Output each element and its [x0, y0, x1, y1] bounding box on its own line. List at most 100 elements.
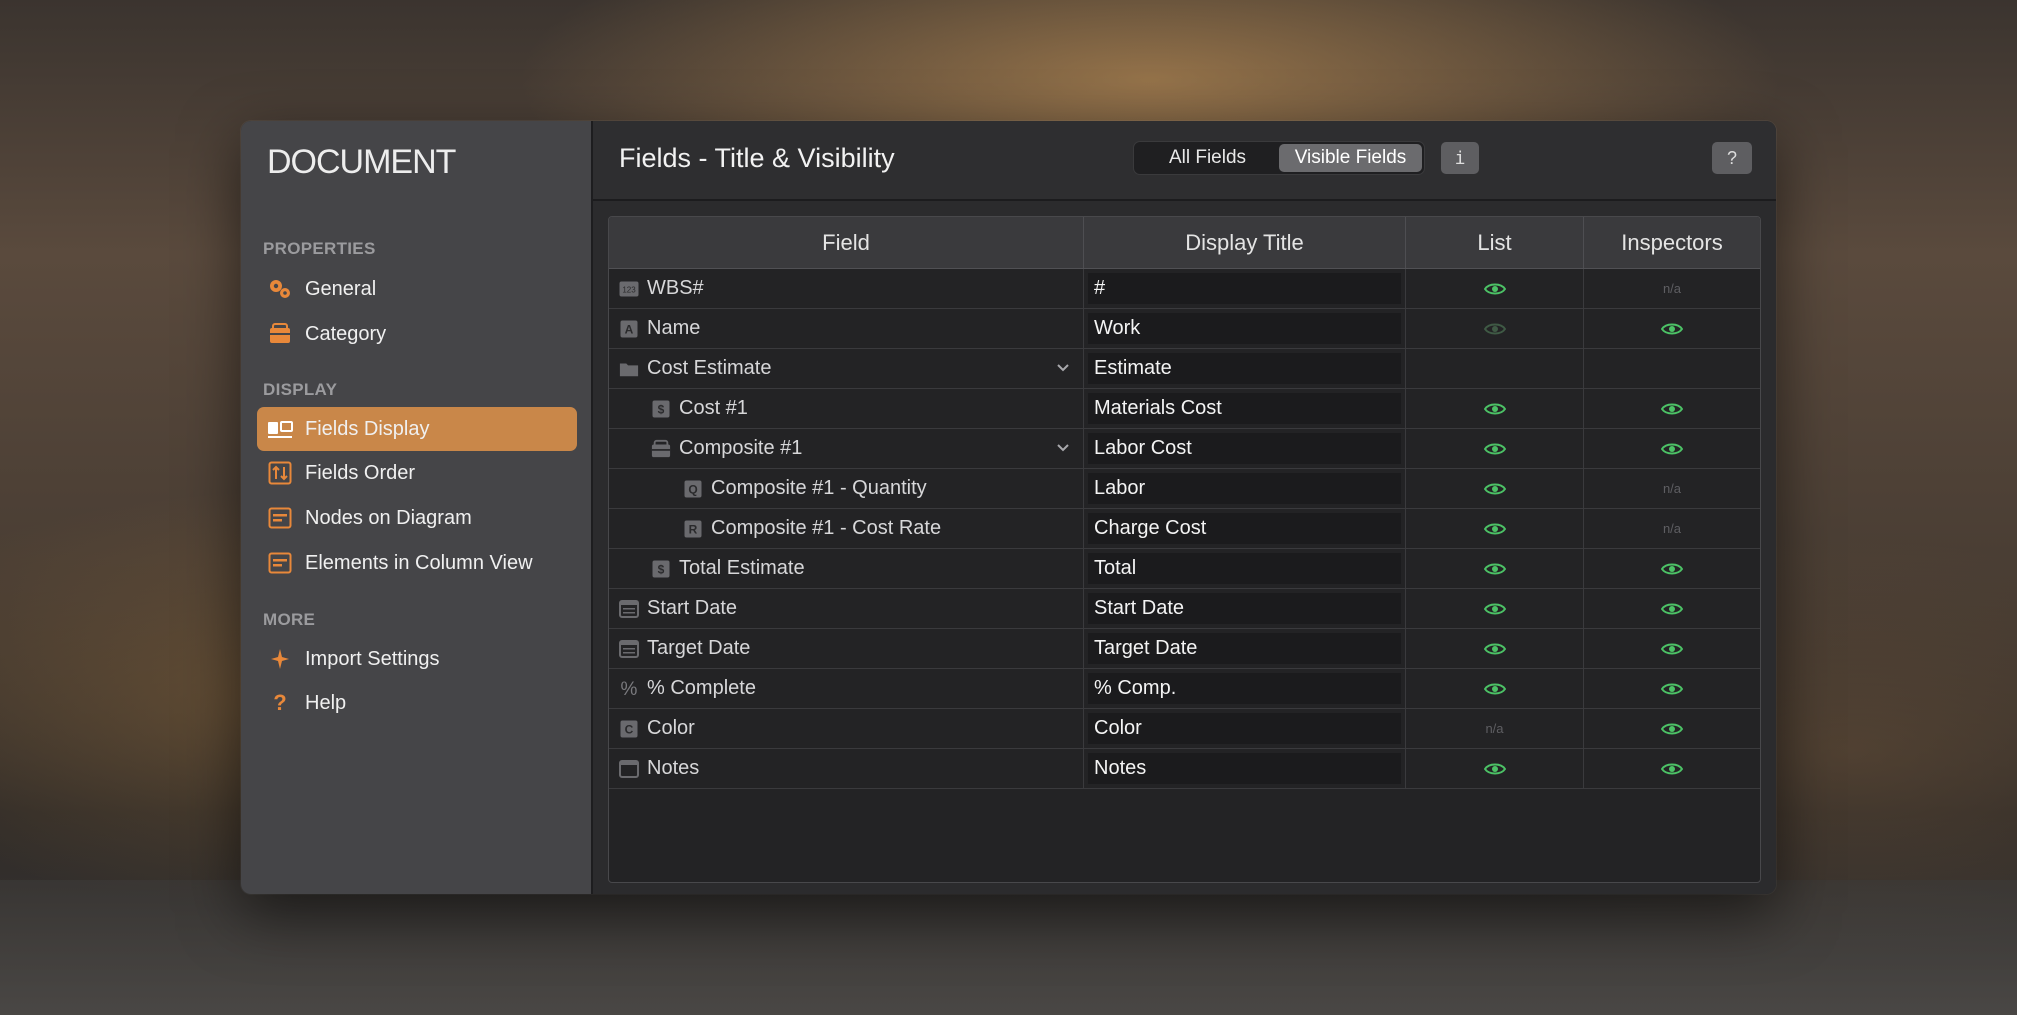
svg-text:123: 123 — [622, 285, 636, 294]
fields-table: Field Display Title List Inspectors 123 W… — [608, 216, 1761, 883]
display-title-input[interactable] — [1088, 633, 1401, 664]
display-title-input[interactable] — [1088, 273, 1401, 304]
eye-icon[interactable] — [1483, 642, 1506, 656]
display-title-input[interactable] — [1088, 593, 1401, 624]
sidebar-item-import-settings[interactable]: Import Settings — [257, 637, 577, 681]
eye-icon[interactable] — [1483, 442, 1506, 456]
eye-icon[interactable] — [1483, 522, 1506, 536]
dollar-icon: $ — [651, 559, 671, 579]
display-title-cell — [1084, 309, 1406, 348]
eye-icon[interactable] — [1661, 402, 1683, 416]
inspectors-visibility-cell: n/a — [1584, 269, 1760, 308]
table-row[interactable]: Notes — [609, 749, 1760, 789]
table-row[interactable]: $ Total Estimate — [609, 549, 1760, 589]
field-name-label: Cost Estimate — [647, 357, 772, 379]
chevron-down-icon[interactable] — [1055, 360, 1071, 381]
sidebar-item-fields-order[interactable]: Fields Order — [257, 451, 577, 495]
list-visibility-cell — [1406, 309, 1584, 348]
eye-icon[interactable] — [1661, 762, 1683, 776]
display-title-input[interactable] — [1088, 753, 1401, 784]
eye-icon[interactable] — [1483, 482, 1506, 496]
display-title-input[interactable] — [1088, 513, 1401, 544]
table-row[interactable]: % % Complete — [609, 669, 1760, 709]
display-title-input[interactable] — [1088, 393, 1401, 424]
inspectors-visibility-cell — [1584, 429, 1760, 468]
inspectors-visibility-cell — [1584, 709, 1760, 748]
svg-text:%: % — [621, 679, 638, 699]
sidebar: DOCUMENT PROPERTIES General Category DIS… — [241, 121, 593, 894]
display-title-cell — [1084, 389, 1406, 428]
display-title-input[interactable] — [1088, 473, 1401, 504]
table-row[interactable]: Target Date — [609, 629, 1760, 669]
field-name-cell: Q Composite #1 - Quantity — [609, 469, 1084, 508]
column-header-inspectors[interactable]: Inspectors — [1584, 217, 1760, 268]
eye-icon[interactable] — [1483, 682, 1506, 696]
table-row[interactable]: Composite #1 — [609, 429, 1760, 469]
sidebar-item-help[interactable]: ? Help — [257, 681, 577, 725]
list-visibility-cell — [1406, 469, 1584, 508]
column-view-icon — [267, 550, 293, 576]
eye-icon[interactable] — [1483, 762, 1506, 776]
display-title-cell — [1084, 509, 1406, 548]
display-title-input[interactable] — [1088, 673, 1401, 704]
table-row[interactable]: C Color n/a — [609, 709, 1760, 749]
number-icon: 123 — [619, 279, 639, 299]
sparkle-icon — [267, 646, 293, 672]
sidebar-item-label: Import Settings — [305, 647, 440, 670]
info-button[interactable]: i — [1441, 142, 1479, 174]
eye-icon[interactable] — [1661, 322, 1683, 336]
table-row[interactable]: Start Date — [609, 589, 1760, 629]
table-row[interactable]: $ Cost #1 — [609, 389, 1760, 429]
field-name-label: Notes — [647, 757, 700, 779]
eye-icon[interactable] — [1661, 442, 1683, 456]
eye-icon[interactable] — [1661, 562, 1683, 576]
segment-all-fields[interactable]: All Fields — [1136, 144, 1279, 172]
notes-icon — [619, 759, 639, 779]
sidebar-item-nodes-on-diagram[interactable]: Nodes on Diagram — [257, 496, 577, 540]
eye-icon[interactable] — [1483, 282, 1506, 296]
table-row[interactable]: Q Composite #1 - Quantity n/a — [609, 469, 1760, 509]
sidebar-item-category[interactable]: Category — [257, 312, 577, 356]
field-name-label: Color — [647, 717, 695, 739]
sidebar-item-label: Fields Display — [305, 417, 430, 440]
eye-icon[interactable] — [1661, 642, 1683, 656]
display-title-input[interactable] — [1088, 433, 1401, 464]
section-label-more: MORE — [263, 610, 316, 629]
display-title-cell — [1084, 549, 1406, 588]
display-title-input[interactable] — [1088, 713, 1401, 744]
eye-icon[interactable] — [1661, 682, 1683, 696]
sidebar-item-elements-in-column-view[interactable]: Elements in Column View — [257, 541, 577, 585]
table-row[interactable]: A Name — [609, 309, 1760, 349]
eye-icon[interactable] — [1661, 722, 1683, 736]
column-header-list[interactable]: List — [1406, 217, 1584, 268]
display-title-input[interactable] — [1088, 313, 1401, 344]
eye-icon[interactable] — [1483, 402, 1506, 416]
list-visibility-cell — [1406, 389, 1584, 428]
dollar-icon: $ — [651, 399, 671, 419]
nodes-diagram-icon — [267, 505, 293, 531]
eye-icon[interactable] — [1661, 602, 1683, 616]
table-row[interactable]: Cost Estimate — [609, 349, 1760, 389]
display-title-input[interactable] — [1088, 553, 1401, 584]
svg-text:$: $ — [658, 402, 665, 416]
display-title-input[interactable] — [1088, 353, 1401, 384]
help-button[interactable]: ? — [1712, 142, 1752, 174]
eye-icon[interactable] — [1483, 562, 1506, 576]
not-applicable-label: n/a — [1662, 521, 1682, 536]
sidebar-item-label: General — [305, 277, 377, 300]
table-row[interactable]: 123 WBS# n/a — [609, 269, 1760, 309]
field-name-cell: Notes — [609, 749, 1084, 788]
eye-icon[interactable] — [1483, 322, 1506, 336]
table-row[interactable]: R Composite #1 - Cost Rate n/a — [609, 509, 1760, 549]
column-header-display-title[interactable]: Display Title — [1084, 217, 1406, 268]
column-header-field[interactable]: Field — [609, 217, 1084, 268]
not-applicable-label: n/a — [1662, 481, 1682, 496]
inspectors-visibility-cell — [1584, 629, 1760, 668]
inspectors-visibility-cell — [1584, 309, 1760, 348]
header: Fields - Title & Visibility All Fields V… — [593, 121, 1776, 201]
sidebar-item-general[interactable]: General — [257, 267, 577, 311]
eye-icon[interactable] — [1483, 602, 1506, 616]
segment-visible-fields[interactable]: Visible Fields — [1279, 144, 1422, 172]
chevron-down-icon[interactable] — [1055, 440, 1071, 461]
sidebar-item-fields-display[interactable]: Fields Display — [257, 407, 577, 451]
